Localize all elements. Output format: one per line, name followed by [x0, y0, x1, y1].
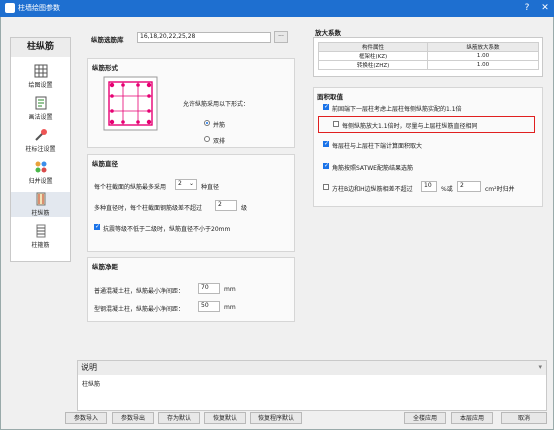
chevron-down-icon: ⌄ — [188, 180, 194, 187]
rebar-library-input[interactable]: 16,18,20,22,25,28 — [137, 32, 271, 43]
opt3-label: 每层柱与上层柱下端计算面积取大 — [332, 143, 423, 150]
grade-diff-label: 多种直径时，每个柱截面钢筋级差不超过 — [94, 205, 203, 212]
rebar-spacing-group: 纵筋净距 普通混凝土柱，纵筋最小净间距： 70 mm 型钢混凝土柱，纵筋最小净间… — [87, 257, 295, 322]
opt5-suffix: cm²时归并 — [485, 186, 515, 193]
opt1-checkbox[interactable] — [323, 103, 329, 110]
sidebar-item-drawing-settings[interactable]: 绘图设置 — [11, 64, 70, 89]
sidebar-item-label: 柱标注设置 — [25, 146, 56, 153]
description-text: 柱纵筋 — [82, 381, 101, 388]
cell-factor[interactable]: 1.00 — [427, 51, 539, 61]
rebar-library-label: 纵筋选筋库 — [91, 36, 124, 44]
cell-member: 框架柱(KZ) — [317, 51, 429, 61]
help-icon[interactable]: ? — [518, 0, 536, 17]
stirrup-icon — [36, 224, 45, 238]
close-icon[interactable]: ✕ — [536, 0, 554, 17]
opt5-label: 方柱B边和H边纵筋相差不超过 — [332, 186, 413, 193]
min-diameter-checkbox[interactable] — [94, 223, 100, 230]
sidebar-item-annotation[interactable]: 柱标注设置 — [11, 128, 70, 153]
app-icon — [5, 3, 15, 13]
amplification-table: 构件属性 纵筋放大系数 框架柱(KZ) 1.00 转换柱(ZHZ) 1.00 — [317, 42, 539, 70]
save-default-button[interactable]: 存为默认 — [158, 412, 200, 424]
header-factor: 纵筋放大系数 — [427, 42, 539, 52]
normal-spacing-input[interactable]: 70 — [198, 283, 220, 294]
description-title: 说明 — [78, 361, 546, 375]
collapse-icon[interactable]: ▾ — [538, 363, 542, 371]
normal-spacing-unit: mm — [224, 286, 236, 293]
normal-spacing-label: 普通混凝土柱，纵筋最小净间距： — [94, 288, 185, 295]
column-section-diagram — [103, 76, 158, 131]
sidebar-item-label: 绘图设置 — [28, 82, 53, 89]
restore-program-default-button[interactable]: 恢复程序默认 — [250, 412, 302, 424]
sidebar-item-label: 归并设置 — [28, 178, 53, 185]
rebar-diameter-title: 纵筋直径 — [92, 160, 118, 168]
apply-all-floors-button[interactable]: 全楼应用 — [404, 412, 446, 424]
tools-icon — [34, 129, 47, 141]
table-row[interactable]: 转换柱(ZHZ) 1.00 — [317, 60, 539, 70]
window-title: 柱墙绘图参数 — [18, 4, 60, 12]
paired-bars-label: 并筋 — [213, 122, 226, 129]
sidebar-item-longitudinal-rebar[interactable]: 柱纵筋 — [11, 192, 70, 217]
sidebar-item-label: 画法设置 — [28, 114, 53, 121]
import-button[interactable]: 参数导入 — [65, 412, 107, 424]
area-selection-group: 面积取值 前固端下一层柱考虑上层柱每侧纵筋实配的1.1倍 每侧纵筋放大1.1倍时… — [313, 87, 543, 207]
steel-spacing-label: 型钢混凝土柱，纵筋最小净间距： — [94, 306, 185, 313]
description-panel: 说明 ▾ 柱纵筋 — [77, 360, 547, 411]
paired-bars-radio[interactable] — [204, 120, 210, 126]
sidebar-item-drawing-method[interactable]: 画法设置 — [11, 96, 70, 121]
header-member: 构件属性 — [317, 42, 429, 52]
title-bar: 柱墙绘图参数 ? ✕ — [0, 0, 554, 17]
opt5-percent-input[interactable]: 10 — [421, 181, 437, 192]
dialog-body: 柱纵筋 绘图设置 画法设置 柱标注设置 归并设置 柱纵筋 柱箍筋 纵筋选筋库 1… — [0, 17, 554, 430]
document-icon — [35, 96, 46, 110]
opt2-checkbox[interactable] — [333, 121, 339, 127]
opt3-checkbox[interactable] — [323, 140, 329, 147]
opt5-mid-label: %或 — [441, 186, 453, 193]
rebar-spacing-title: 纵筋净距 — [92, 263, 118, 271]
amplification-table-box: 构件属性 纵筋放大系数 框架柱(KZ) 1.00 转换柱(ZHZ) 1.00 — [313, 37, 543, 77]
grade-diff-input[interactable]: 2 — [215, 200, 237, 211]
opt4-checkbox[interactable] — [323, 162, 329, 169]
opt5-checkbox[interactable] — [323, 184, 329, 190]
double-row-label: 双排 — [213, 138, 226, 145]
grade-diff-suffix: 级 — [241, 205, 248, 212]
sidebar-header: 柱纵筋 — [11, 38, 70, 57]
amplification-title: 放大系数 — [315, 29, 341, 37]
grid-icon — [34, 64, 47, 78]
sidebar-item-stirrup[interactable]: 柱箍筋 — [11, 224, 70, 249]
double-row-radio[interactable] — [204, 136, 210, 142]
column-rebar-icon — [36, 192, 45, 206]
export-button[interactable]: 参数导出 — [112, 412, 154, 424]
max-diameters-select[interactable]: 2 ⌄ — [175, 179, 197, 190]
sidebar: 柱纵筋 绘图设置 画法设置 柱标注设置 归并设置 柱纵筋 柱箍筋 — [10, 37, 71, 262]
rebar-diameter-group: 纵筋直径 每个柱截面的纵筋最多采用 2 ⌄ 种直径 多种直径时，每个柱截面钢筋级… — [87, 154, 295, 252]
rebar-library-browse-button[interactable]: ··· — [274, 31, 288, 43]
area-selection-title: 面积取值 — [317, 93, 343, 101]
restore-default-button[interactable]: 恢复默认 — [204, 412, 246, 424]
dots-icon — [35, 161, 46, 173]
opt2-label: 每侧纵筋放大1.1倍时，尽量与上层柱纵筋直径相同 — [342, 123, 478, 130]
opt4-label: 角筋按照SATWE配筋结果选筋 — [332, 165, 413, 172]
cell-member: 转换柱(ZHZ) — [317, 60, 429, 70]
rebar-form-prompt: 允许纵筋采用以下形式： — [183, 101, 250, 108]
rebar-form-title: 纵筋形式 — [92, 64, 118, 72]
sidebar-item-label: 柱纵筋 — [31, 210, 50, 217]
apply-current-floor-button[interactable]: 本层应用 — [451, 412, 493, 424]
min-diameter-label: 抗震等级不低于二级时，纵筋直径不小于20mm — [103, 226, 231, 233]
steel-spacing-input[interactable]: 50 — [198, 301, 220, 312]
steel-spacing-unit: mm — [224, 304, 236, 311]
max-diameters-label: 每个柱截面的纵筋最多采用 — [94, 184, 167, 191]
max-diameters-suffix: 种直径 — [201, 184, 220, 191]
opt5-area-input[interactable]: 2 — [457, 181, 481, 192]
sidebar-item-merge[interactable]: 归并设置 — [11, 160, 70, 185]
sidebar-item-label: 柱箍筋 — [31, 242, 50, 249]
rebar-form-group: 纵筋形式 允许纵筋采用以下形式： 并筋 双排 — [87, 58, 295, 148]
table-header-row: 构件属性 纵筋放大系数 — [317, 42, 539, 52]
cell-factor[interactable]: 1.00 — [427, 60, 539, 70]
cancel-button[interactable]: 取消 — [501, 412, 547, 424]
table-row[interactable]: 框架柱(KZ) 1.00 — [317, 51, 539, 61]
opt1-label: 前固端下一层柱考虑上层柱每侧纵筋实配的1.1倍 — [332, 106, 462, 113]
